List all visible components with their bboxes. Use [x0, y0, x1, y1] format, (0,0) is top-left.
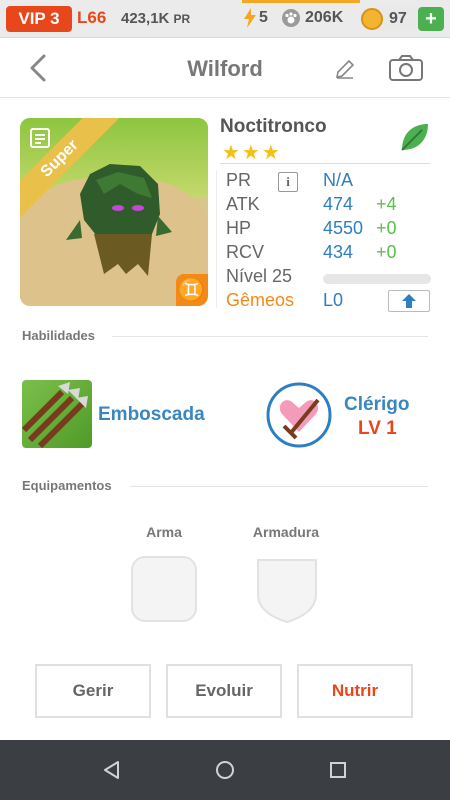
equipment-heading: Equipamentos: [22, 478, 112, 493]
star-rating: ★★★: [222, 142, 282, 164]
info-button[interactable]: i: [278, 172, 298, 192]
evolve-button[interactable]: Evoluir: [166, 664, 282, 718]
gemini-sign-icon: ♊: [176, 274, 208, 306]
card-icon: [30, 128, 50, 148]
monster-portrait[interactable]: Super ♊: [20, 118, 208, 306]
xp-progress-bar: [323, 274, 431, 284]
ambush-skill-icon[interactable]: [22, 380, 92, 448]
page-header: Wilford: [0, 38, 450, 98]
level-label: Nível 25: [226, 266, 293, 286]
coin-icon: [361, 8, 383, 30]
nav-back-icon[interactable]: [100, 758, 124, 782]
status-bar: VIP 3 L66 423,1K PR 5 206K 97 +: [0, 0, 450, 38]
add-coins-button[interactable]: +: [418, 7, 444, 31]
power-rating: 423,1K PR: [121, 10, 190, 27]
name-divider: [220, 163, 430, 164]
stat-row-level: Nível 25: [226, 266, 436, 290]
stat-label-atk: ATK: [226, 194, 260, 214]
paw-counter[interactable]: 206K: [281, 8, 343, 28]
cleric-class-icon[interactable]: [266, 382, 332, 448]
arrow-up-icon: [402, 294, 416, 308]
stat-label-hp: HP: [226, 218, 252, 238]
player-level: L66: [77, 8, 107, 27]
pencil-icon[interactable]: [334, 58, 356, 80]
energy-counter[interactable]: 5: [243, 8, 268, 28]
paw-icon: [282, 9, 300, 27]
stat-row-atk: ATK 474 +4: [226, 194, 436, 218]
class-name: Clérigo: [344, 394, 410, 415]
stats-divider: [216, 170, 217, 308]
stat-row-pr: PR i N/A: [226, 170, 436, 194]
twins-upgrade-button[interactable]: [388, 290, 430, 312]
monster-image: [66, 164, 172, 276]
paw-value: 206K: [305, 9, 344, 26]
manage-button[interactable]: Gerir: [35, 664, 151, 718]
energy-value: 5: [259, 9, 268, 26]
arrows-icon: [22, 382, 88, 448]
power-unit: PR: [173, 12, 191, 26]
armor-label: Armadura: [252, 524, 320, 540]
camera-icon[interactable]: [388, 54, 424, 82]
stat-row-rcv: RCV 434 +0: [226, 242, 436, 266]
stat-value-pr: N/A: [323, 170, 354, 190]
page-title: Wilford: [187, 56, 263, 81]
stat-value-hp: 4550: [323, 218, 364, 238]
stat-value-rcv: 434: [323, 242, 354, 262]
system-nav-bar: [0, 740, 450, 800]
stat-bonus-atk: +4: [376, 194, 397, 214]
lightning-icon: [244, 8, 256, 28]
coin-value: 97: [389, 10, 407, 27]
abilities-heading: Habilidades: [22, 328, 95, 343]
armor-slot[interactable]: [254, 554, 320, 624]
stat-label-rcv: RCV: [226, 242, 265, 262]
weapon-slot[interactable]: [131, 556, 197, 622]
weapon-label: Arma: [146, 524, 182, 540]
leaf-icon: [401, 124, 428, 151]
stat-bonus-rcv: +0: [376, 242, 397, 262]
monster-name: Noctitronco: [220, 116, 327, 137]
stat-row-hp: HP 4550 +0: [226, 218, 436, 242]
twins-label: Gêmeos: [226, 290, 295, 310]
class-level: LV 1: [358, 418, 397, 439]
nav-recents-icon[interactable]: [326, 758, 350, 782]
stat-value-atk: 474: [323, 194, 354, 214]
energy-progress-bar: [242, 0, 360, 3]
skill-name[interactable]: Emboscada: [98, 404, 205, 426]
nav-home-icon[interactable]: [213, 758, 237, 782]
feed-button[interactable]: Nutrir: [297, 664, 413, 718]
vip-badge[interactable]: VIP 3: [6, 6, 72, 32]
twins-value: L0: [323, 290, 344, 310]
abilities-divider: [112, 336, 428, 337]
equipment-divider: [130, 486, 428, 487]
stat-bonus-hp: +0: [376, 218, 397, 238]
stat-label-pr: PR: [226, 170, 252, 190]
power-value: 423,1K: [121, 10, 170, 27]
